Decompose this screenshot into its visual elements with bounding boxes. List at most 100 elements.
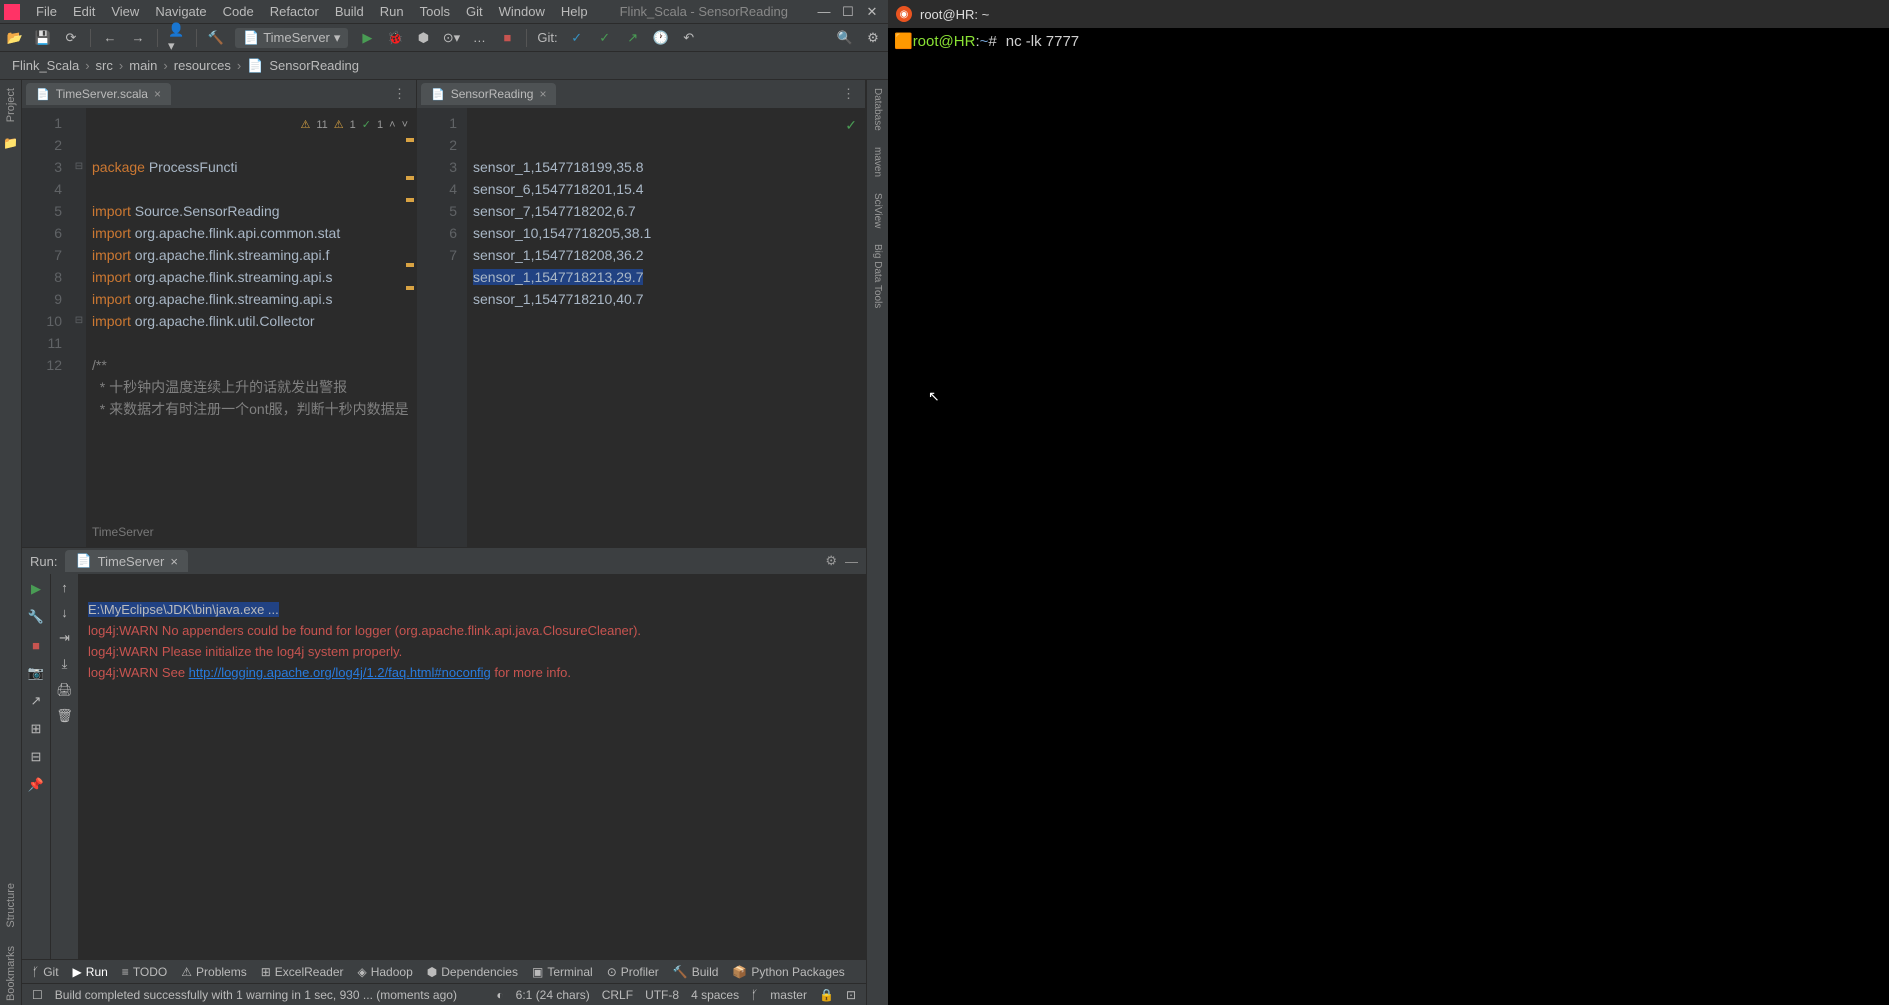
open-icon[interactable]: 📂 [6,29,24,47]
chevron-up-icon[interactable]: ˄ [389,114,395,136]
minimize-panel-icon[interactable]: — [845,554,858,569]
status-icon[interactable]: ☐ [32,988,43,1002]
sciview-tool-tab[interactable]: SciView [872,189,883,232]
tab-problems[interactable]: ⚠Problems [181,965,246,979]
profile-icon[interactable]: ⊙▾ [442,29,460,47]
run-tab[interactable]: 📄 TimeServer × [65,550,187,572]
code-editor-left[interactable]: 123456789101112 ⊟⊟ package ProcessFuncti… [22,108,416,547]
maven-tool-tab[interactable]: maven [872,143,883,181]
menu-view[interactable]: View [103,2,147,21]
breadcrumb-resources[interactable]: resources [174,58,231,73]
progress-icon[interactable]: ◐ [496,988,503,1002]
menu-code[interactable]: Code [215,2,262,21]
back-icon[interactable]: ← [101,29,119,47]
layout-icon[interactable]: ⊞ [27,720,45,738]
tab-todo[interactable]: ≡TODO [122,965,167,979]
git-history-icon[interactable]: 🕐 [652,29,670,47]
minimize-button[interactable]: — [812,4,836,19]
git-commit-icon[interactable]: ✓ [596,29,614,47]
indent[interactable]: 4 spaces [691,988,739,1002]
menu-window[interactable]: Window [491,2,553,21]
attach-icon[interactable]: … [470,29,488,47]
settings-icon[interactable]: ⚙ [864,29,882,47]
project-tool-tab[interactable]: Project [5,84,17,126]
tab-dependencies[interactable]: ⬢Dependencies [427,965,518,979]
tool-icon[interactable]: 🔧 [27,608,45,626]
breadcrumb-src[interactable]: src [96,58,113,73]
tab-python-packages[interactable]: 📦Python Packages [732,965,844,979]
tab-sensorreading[interactable]: 📄 SensorReading × [421,83,556,105]
tab-hadoop[interactable]: ◈Hadoop [357,965,412,979]
maximize-button[interactable]: ☐ [836,4,860,20]
database-tool-tab[interactable]: Database [872,84,883,135]
print-icon[interactable]: 🖨 [56,682,73,698]
tab-profiler[interactable]: ⊙Profiler [607,965,659,979]
stop-icon[interactable]: ■ [27,636,45,654]
breadcrumb-main[interactable]: main [129,58,157,73]
stop-icon[interactable]: ■ [498,29,516,47]
error-stripe[interactable] [406,108,414,130]
menu-build[interactable]: Build [327,2,372,21]
search-icon[interactable]: 🔍 [836,29,854,47]
tab-git[interactable]: ᚶGit [32,965,59,979]
layout2-icon[interactable]: ⊟ [27,748,45,766]
scroll-icon[interactable]: ⤓ [62,656,68,672]
tab-excelreader[interactable]: ⊞ExcelReader [261,965,344,979]
close-tab-icon[interactable]: × [539,87,546,101]
run-icon[interactable]: ▶ [358,29,376,47]
console-output[interactable]: E:\MyEclipse\JDK\bin\java.exe ... log4j:… [78,574,866,959]
tab-overflow-icon[interactable]: ⋮ [387,86,412,102]
rerun-icon[interactable]: ▶ [27,580,45,598]
menu-refactor[interactable]: Refactor [262,2,327,21]
menu-file[interactable]: File [28,2,65,21]
tab-run[interactable]: ▶Run [73,965,108,979]
terminal-body[interactable]: 🟧root@HR:~# nc -lk 7777 ↖ [888,28,1889,1005]
code-lines-right[interactable]: sensor_1,1547718199,35.8sensor_6,1547718… [467,108,865,547]
sync-icon[interactable]: ⟳ [62,29,80,47]
down-icon[interactable]: ↓ [61,605,68,620]
git-branch[interactable]: master [770,988,807,1002]
tab-overflow-icon[interactable]: ⋮ [836,86,861,102]
wrap-icon[interactable]: ⇥ [59,630,70,646]
folder-icon[interactable]: 📁 [3,136,18,150]
bookmarks-tool-tab[interactable]: Bookmarks [5,942,17,1005]
run-config-selector[interactable]: 📄 TimeServer ▾ [235,28,348,48]
caret-position[interactable]: 6:1 (24 chars) [516,988,590,1002]
mem-icon[interactable]: ⊡ [846,988,856,1002]
structure-tool-tab[interactable]: Structure [5,879,17,932]
code-lines-left[interactable]: package ProcessFunctiimport Source.Senso… [86,108,416,547]
gear-icon[interactable]: ⚙ [825,553,837,569]
up-icon[interactable]: ↑ [61,580,68,595]
menu-run[interactable]: Run [372,2,412,21]
breadcrumb-file[interactable]: SensorReading [269,58,359,73]
save-icon[interactable]: 💾 [34,29,52,47]
terminal-title-bar[interactable]: ◉ root@HR: ~ [888,0,1889,28]
user-icon[interactable]: 👤▾ [168,29,186,47]
forward-icon[interactable]: → [129,29,147,47]
line-separator[interactable]: CRLF [602,988,633,1002]
breadcrumb-project[interactable]: Flink_Scala [12,58,79,73]
console-link[interactable]: http://logging.apache.org/log4j/1.2/faq.… [189,665,491,680]
clear-icon[interactable]: 🗑 [56,708,73,724]
git-rollback-icon[interactable]: ↶ [680,29,698,47]
pin-icon[interactable]: 📌 [27,776,45,794]
coverage-icon[interactable]: ⬢ [414,29,432,47]
menu-tools[interactable]: Tools [412,2,458,21]
lock-icon[interactable]: 🔒 [819,988,834,1002]
exit-icon[interactable]: ↗ [27,692,45,710]
close-button[interactable]: ✕ [860,4,884,20]
bigdata-tool-tab[interactable]: Big Data Tools [872,240,883,312]
code-editor-right[interactable]: 1234567 sensor_1,1547718199,35.8sensor_6… [417,108,865,547]
tab-terminal[interactable]: ▣Terminal [532,965,593,979]
menu-edit[interactable]: Edit [65,2,103,21]
debug-icon[interactable]: 🐞 [386,29,404,47]
menu-help[interactable]: Help [553,2,596,21]
tab-build[interactable]: 🔨Build [673,965,719,979]
menu-navigate[interactable]: Navigate [147,2,214,21]
close-tab-icon[interactable]: × [154,87,161,101]
encoding[interactable]: UTF-8 [645,988,679,1002]
dump-icon[interactable]: 📷 [27,664,45,682]
tab-timeserver[interactable]: 📄 TimeServer.scala × [26,83,171,105]
git-push-icon[interactable]: ↗ [624,29,642,47]
git-update-icon[interactable]: ✓ [568,29,586,47]
